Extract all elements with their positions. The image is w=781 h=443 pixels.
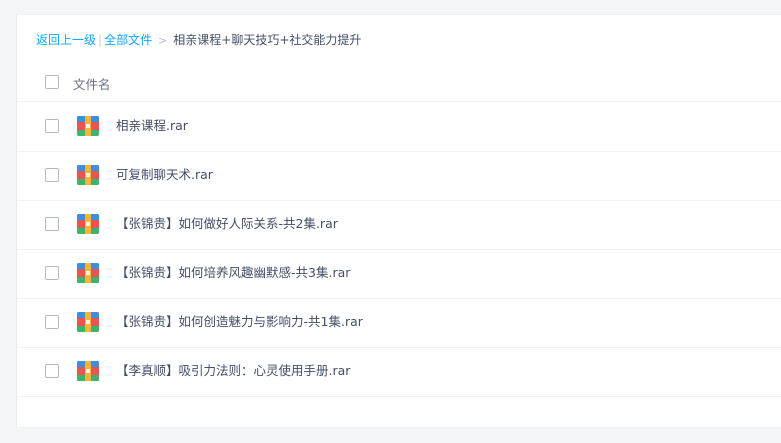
file-name[interactable]: 【张锦贵】如何创造魅力与影响力-共1集.rar xyxy=(116,314,363,330)
file-row[interactable]: 【张锦贵】如何创造魅力与影响力-共1集.rar xyxy=(17,298,781,348)
file-checkbox[interactable] xyxy=(45,266,59,280)
breadcrumb-separator: | xyxy=(98,33,103,47)
file-row[interactable]: 相亲课程.rar xyxy=(17,102,781,152)
file-row[interactable]: 可复制聊天术.rar xyxy=(17,151,781,201)
file-list-panel: 返回上一级 | 全部文件 > 相亲课程+聊天技巧+社交能力提升 文件名 相亲课程.rar… xyxy=(16,14,781,428)
file-row[interactable]: 【张锦贵】如何做好人际关系-共2集.rar xyxy=(17,200,781,250)
rar-archive-icon xyxy=(77,312,99,332)
breadcrumb: 返回上一级 | 全部文件 > 相亲课程+聊天技巧+社交能力提升 xyxy=(36,32,361,49)
file-name[interactable]: 可复制聊天术.rar xyxy=(116,167,213,183)
file-name[interactable]: 【张锦贵】如何培养风趣幽默感-共3集.rar xyxy=(116,265,350,281)
file-name[interactable]: 【李真顺】吸引力法则：心灵使用手册.rar xyxy=(116,363,350,379)
back-link[interactable]: 返回上一级 xyxy=(36,33,96,47)
file-checkbox[interactable] xyxy=(45,315,59,329)
current-folder-label: 相亲课程+聊天技巧+社交能力提升 xyxy=(173,33,362,47)
rar-archive-icon xyxy=(77,116,99,136)
select-all-checkbox[interactable] xyxy=(45,75,59,89)
filename-column-header[interactable]: 文件名 xyxy=(73,74,111,93)
breadcrumb-chevron-icon: > xyxy=(158,34,168,47)
file-row[interactable]: 【张锦贵】如何培养风趣幽默感-共3集.rar xyxy=(17,249,781,299)
rar-archive-icon xyxy=(77,165,99,185)
rar-archive-icon xyxy=(77,214,99,234)
all-files-link[interactable]: 全部文件 xyxy=(104,33,152,47)
file-checkbox[interactable] xyxy=(45,217,59,231)
list-header: 文件名 xyxy=(17,63,781,102)
rar-archive-icon xyxy=(77,361,99,381)
file-checkbox[interactable] xyxy=(45,364,59,378)
file-checkbox[interactable] xyxy=(45,168,59,182)
file-checkbox[interactable] xyxy=(45,119,59,133)
rar-archive-icon xyxy=(77,263,99,283)
file-name[interactable]: 相亲课程.rar xyxy=(116,118,188,134)
file-name[interactable]: 【张锦贵】如何做好人际关系-共2集.rar xyxy=(116,216,338,232)
file-row[interactable]: 【李真顺】吸引力法则：心灵使用手册.rar xyxy=(17,347,781,397)
